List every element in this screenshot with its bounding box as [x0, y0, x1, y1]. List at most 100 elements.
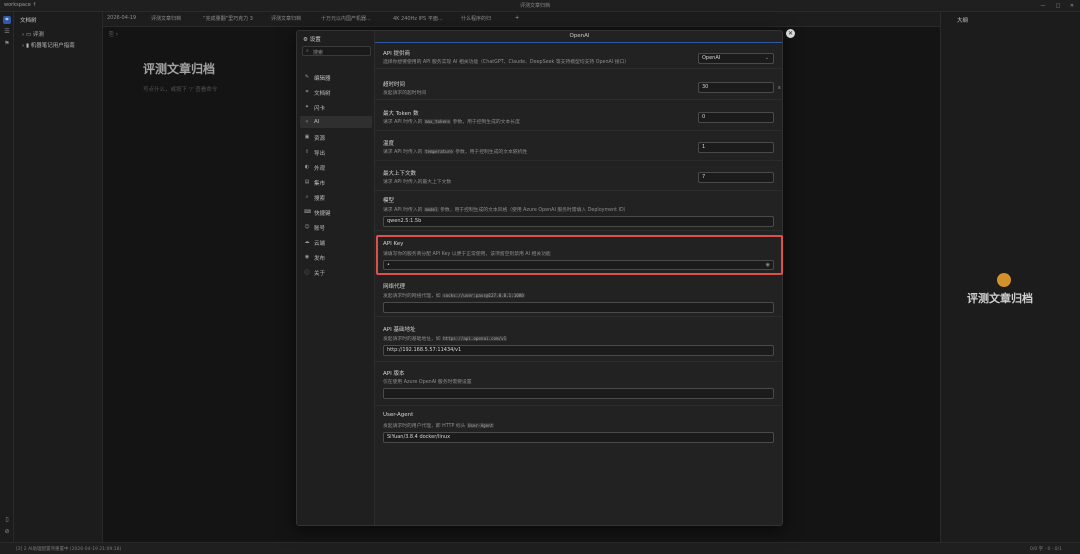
settings-nav-item[interactable]: ⌗ 文档树: [300, 86, 372, 98]
settings-nav-item[interactable]: ⌕ 搜索: [300, 191, 372, 203]
outline-heading[interactable]: 评测文章归档: [967, 290, 1033, 306]
settings-nav-item[interactable]: ⓘ 关于: [300, 266, 372, 278]
setting-temperature: 温度 请求 API 时传入的 temperature 参数，用于控制生成的文本随…: [375, 135, 782, 161]
base-url-input[interactable]: http://192.168.5.57:11434/v1: [383, 345, 774, 356]
bazaar-icon: ▤: [304, 179, 310, 185]
outline-dock-icon[interactable]: ☰: [3, 28, 11, 36]
setting-desc: 请求 API 时传入的 max_tokens 参数，用于控制生成的文本长度: [383, 118, 520, 125]
setting-desc: 发起请求时的基础地址，如 https://api.openai.com/v1: [383, 335, 508, 342]
code-token: socks://user:pass@127.0.0.1:1080: [442, 293, 525, 298]
tab[interactable]: 什么程序的归: [461, 15, 491, 22]
setting-title: 最大 Token 数: [383, 111, 419, 117]
file-tree-header: 文档树: [20, 18, 37, 24]
timeout-input[interactable]: 30: [698, 82, 774, 93]
settings-search-placeholder: 搜索: [313, 49, 324, 56]
file-tree-dock-icon[interactable]: ⌗: [3, 16, 11, 24]
settings-nav-label: 集市: [314, 181, 326, 187]
close-dialog-icon[interactable]: ✕: [786, 29, 795, 38]
bookmark-dock-icon[interactable]: ⚑: [3, 40, 11, 48]
add-tab-button[interactable]: +: [515, 15, 519, 21]
settings-section-title: OpenAI: [375, 31, 782, 43]
dock-rail: ⌗ ☰ ⚑ ▯ ⊘: [0, 12, 14, 554]
search-icon: ⌕: [305, 194, 309, 200]
tab-bar: 2026-04-19 评测文章归档 “完成量翻”里巧克力 3 评测文章归档 十万…: [103, 12, 940, 27]
outline-accent-dot: [997, 273, 1011, 287]
settings-nav-label: 搜索: [314, 196, 326, 202]
close-window-icon[interactable]: ✕: [1069, 3, 1075, 9]
settings-nav-label: 资源: [314, 136, 326, 142]
minimize-icon[interactable]: —: [1040, 3, 1046, 9]
setting-title: API 版本: [383, 371, 405, 377]
cloud-icon: ☁: [304, 239, 310, 245]
settings-nav-item[interactable]: ✦ 闪卡: [300, 101, 372, 113]
status-counts: 0/0 字 · 0 · 0/1: [1030, 547, 1062, 552]
max-tokens-input[interactable]: 0: [698, 112, 774, 123]
settings-nav-item[interactable]: ▣ 资源: [300, 131, 372, 143]
dock-settings-icon[interactable]: ▯: [3, 516, 11, 524]
settings-nav-label: 导出: [314, 151, 326, 157]
appearance-icon: ◐: [304, 164, 310, 170]
setting-desc: 请求 API 时传入的 model 参数，用于控制生成的文本风格（使用 Azur…: [383, 206, 628, 213]
tab[interactable]: “完成量翻”里巧克力 3: [203, 15, 253, 22]
setting-title: User-Agent: [383, 412, 414, 418]
code-token: https://api.openai.com/v1: [442, 336, 508, 341]
temperature-input[interactable]: 1: [698, 142, 774, 153]
tab[interactable]: 2026-04-19: [107, 15, 136, 21]
ai-icon: ✧: [304, 119, 310, 125]
settings-nav-item[interactable]: ✧ AI: [300, 116, 372, 128]
chevron-down-icon: ⌄: [764, 55, 769, 61]
tab[interactable]: 评测文章归档: [151, 15, 181, 22]
max-context-input[interactable]: 7: [698, 172, 774, 183]
desc-text: 请求 API 时传入的: [383, 150, 423, 155]
api-provider-select[interactable]: OpenAI ⌄: [698, 53, 774, 64]
timeout-unit: s: [778, 85, 781, 91]
outline-panel: 大纲 评测文章归档: [940, 12, 1080, 542]
tree-item-guide[interactable]: › ▮ 机器笔记用户指南: [22, 41, 75, 49]
setting-title: 模型: [383, 198, 395, 204]
settings-search-input[interactable]: ⌕ 搜索: [302, 46, 371, 56]
settings-nav-label: 账号: [314, 226, 326, 232]
proxy-input[interactable]: [383, 302, 774, 313]
settings-nav-label: 发布: [314, 256, 326, 262]
dock-toggle-icon[interactable]: ⊘: [3, 528, 11, 536]
settings-nav-item[interactable]: ◉ 发布: [300, 251, 372, 263]
settings-nav: ⚙ 设置 ⌕ 搜索 ✎ 编辑器 ⌗ 文档树 ✦ 闪卡 ✧ AI ▣ 资源 ⇪ 导出 ◐ 外观 ▤ 集市 ⌕ 搜索 ⌨…: [297, 31, 375, 525]
desc-text: 请求 API 时传入的: [383, 208, 423, 213]
desc-text: 请求 API 时传入的: [383, 120, 423, 125]
account-icon: ☺: [304, 224, 310, 230]
settings-dialog: ⚙ 设置 ⌕ 搜索 ✎ 编辑器 ⌗ 文档树 ✦ 闪卡 ✧ AI ▣ 资源 ⇪ 导出 ◐ 外观 ▤ 集市 ⌕ 搜索 ⌨…: [296, 30, 783, 526]
tree-item-label: 机器笔记用户指南: [30, 43, 75, 49]
tab[interactable]: 4K 240Hz IPS 平面...: [393, 15, 443, 22]
tab[interactable]: 评测文章归档: [271, 15, 301, 22]
setting-max-tokens: 最大 Token 数 请求 API 时传入的 max_tokens 参数，用于控…: [375, 105, 782, 131]
app-window: workspace ↑ 评测文章归档 — □ ✕ ⌗ ☰ ⚑ ▯ ⊘ 文档树 ›…: [0, 0, 1080, 554]
status-message: [2] 2 AI助理配置项重置中 (2026-04-19 21:09:18): [16, 547, 122, 552]
tab[interactable]: 十万元以内国产机器...: [321, 15, 371, 22]
settings-nav-item[interactable]: ✎ 编辑器: [300, 71, 372, 83]
user-agent-input[interactable]: SiYuan/3.8.4 docker/linux: [383, 432, 774, 443]
settings-nav-item[interactable]: ▤ 集市: [300, 176, 372, 188]
code-token: User-Agent: [467, 423, 495, 428]
window-title: 评测文章归档: [520, 3, 551, 9]
settings-nav-label: 关于: [314, 271, 326, 277]
setting-title: API 提供商: [383, 51, 410, 57]
settings-nav-item[interactable]: ☺ 账号: [300, 221, 372, 233]
settings-nav-item[interactable]: ⌨ 快捷键: [300, 206, 372, 218]
keymap-icon: ⌨: [304, 209, 312, 215]
settings-content: OpenAI API 提供商 选择你想要使用的 API 服务实现 AI 相关功能…: [375, 31, 782, 525]
code-token: model: [423, 207, 439, 212]
flashcard-icon: ✦: [304, 104, 310, 110]
model-input[interactable]: qwen2.5:1.5b: [383, 216, 774, 227]
settings-nav-item[interactable]: ⇪ 导出: [300, 146, 372, 158]
setting-proxy: 网络代理 发起请求时的网络代理，如 socks://user:pass@127.…: [375, 279, 782, 317]
setting-model: 模型 请求 API 时传入的 model 参数，用于控制生成的文本风格（使用 A…: [375, 193, 782, 231]
setting-title: API 基础地址: [383, 327, 416, 333]
workspace-switcher[interactable]: workspace ↑: [4, 2, 37, 8]
tree-item-notebook[interactable]: › ▭ 评测: [22, 30, 44, 38]
desc-text: 参数，用于控制生成的文本风格（使用 Azure OpenAI 服务时需填入 De…: [440, 208, 629, 213]
settings-nav-item[interactable]: ☁ 云端: [300, 236, 372, 248]
publish-icon: ◉: [304, 254, 310, 260]
settings-nav-item[interactable]: ◐ 外观: [300, 161, 372, 173]
maximize-icon[interactable]: □: [1055, 3, 1061, 9]
api-version-input[interactable]: [383, 388, 774, 399]
